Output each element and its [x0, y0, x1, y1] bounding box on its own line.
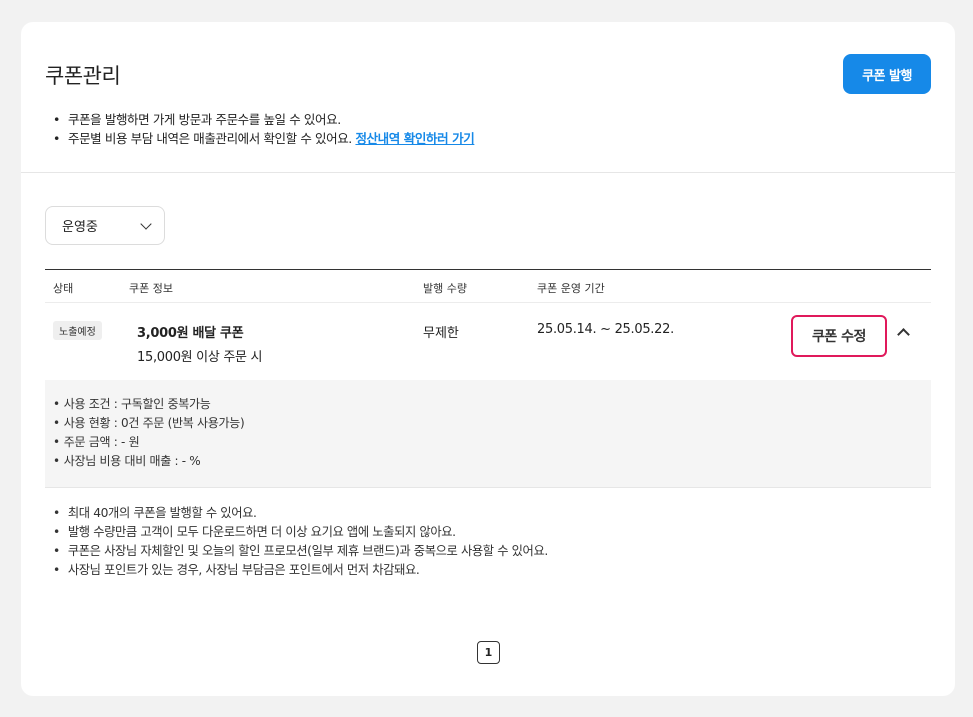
settlement-link[interactable]: 정산내역 확인하러 가기 [355, 131, 474, 146]
chevron-down-icon [140, 217, 152, 230]
coupon-table: 상태 쿠폰 정보 발행 수량 쿠폰 운영 기간 노출예정 3,000원 배달 쿠… [45, 269, 931, 488]
detail-item: 사용 조건 : 구독할인 중복가능 [53, 395, 923, 414]
coupon-condition: 15,000원 이상 주문 시 [137, 350, 263, 365]
footnote-item: 쿠폰은 사장님 자체할인 및 오늘의 할인 프로모션(일부 제휴 브랜드)과 중… [53, 542, 548, 561]
detail-item: 주문 금액 : - 원 [53, 433, 923, 452]
header-quantity: 발행 수량 [423, 282, 467, 295]
table-header: 상태 쿠폰 정보 발행 수량 쿠폰 운영 기간 [45, 270, 931, 303]
header-period: 쿠폰 운영 기간 [537, 282, 605, 295]
header-info: 쿠폰 정보 [129, 282, 173, 295]
coupon-details: 사용 조건 : 구독할인 중복가능 사용 현황 : 0건 주문 (반복 사용가능… [45, 380, 931, 488]
detail-item: 사용 현황 : 0건 주문 (반복 사용가능) [53, 414, 923, 433]
coupon-quantity: 무제한 [423, 326, 459, 341]
footnote-item: 최대 40개의 쿠폰을 발행할 수 있어요. [53, 504, 548, 523]
detail-item: 사장님 비용 대비 매출 : - % [53, 452, 923, 471]
status-badge: 노출예정 [53, 321, 102, 340]
pagination-page-1[interactable]: 1 [477, 641, 500, 664]
footnote-item: 발행 수량만큼 고객이 모두 다운로드하면 더 이상 요기요 앱에 노출되지 않… [53, 523, 548, 542]
coupon-period: 25.05.14. ~ 25.05.22. [537, 322, 674, 337]
coupon-management-card: 쿠폰관리 쿠폰 발행 쿠폰을 발행하면 가게 방문과 주문수를 높일 수 있어요… [21, 22, 955, 696]
edit-coupon-button[interactable]: 쿠폰 수정 [791, 315, 887, 357]
footnote-list: 최대 40개의 쿠폰을 발행할 수 있어요. 발행 수량만큼 고객이 모두 다운… [53, 504, 548, 580]
page-title: 쿠폰관리 [45, 64, 121, 88]
notice-list: 쿠폰을 발행하면 가게 방문과 주문수를 높일 수 있어요. 주문별 비용 부담… [53, 110, 475, 148]
table-row: 노출예정 3,000원 배달 쿠폰 15,000원 이상 주문 시 무제한 25… [45, 303, 931, 380]
coupon-title: 3,000원 배달 쿠폰 [137, 326, 244, 341]
section-divider [21, 172, 955, 173]
notice-text: 주문별 비용 부담 내역은 매출관리에서 확인할 수 있어요. [67, 131, 352, 146]
notice-item: 주문별 비용 부담 내역은 매출관리에서 확인할 수 있어요. 정산내역 확인하… [53, 129, 475, 148]
footnote-item: 사장님 포인트가 있는 경우, 사장님 부담금은 포인트에서 먼저 차감돼요. [53, 561, 548, 580]
status-filter-value: 운영중 [62, 220, 98, 235]
issue-coupon-button[interactable]: 쿠폰 발행 [843, 54, 931, 94]
status-filter-dropdown[interactable]: 운영중 [45, 206, 165, 245]
chevron-up-icon[interactable] [897, 328, 910, 341]
notice-item: 쿠폰을 발행하면 가게 방문과 주문수를 높일 수 있어요. [53, 110, 474, 129]
header-status: 상태 [53, 282, 74, 295]
